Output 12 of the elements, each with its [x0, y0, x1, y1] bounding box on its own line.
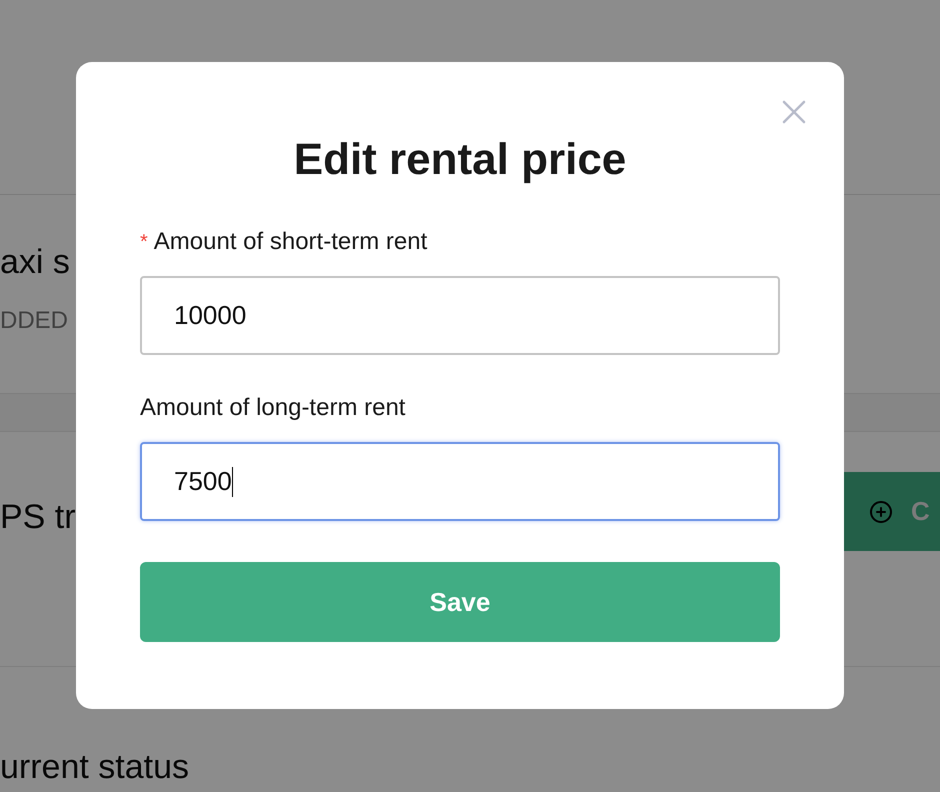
dialog-title: Edit rental price [294, 138, 626, 182]
section-subtitle: DDED [0, 309, 68, 333]
section-title: PS tr [0, 500, 76, 534]
text-cursor [232, 466, 234, 496]
field-label: Amount of long-term rent [140, 396, 406, 420]
input-field[interactable]: 7500 [140, 442, 780, 521]
plus-icon [869, 500, 893, 524]
input-field[interactable]: 10000 [140, 276, 780, 355]
section-title: axi s [0, 245, 70, 279]
section-title: urrent status [0, 750, 189, 784]
required-mark: * [140, 232, 148, 252]
field-label: Amount of short-term rent [154, 230, 428, 254]
